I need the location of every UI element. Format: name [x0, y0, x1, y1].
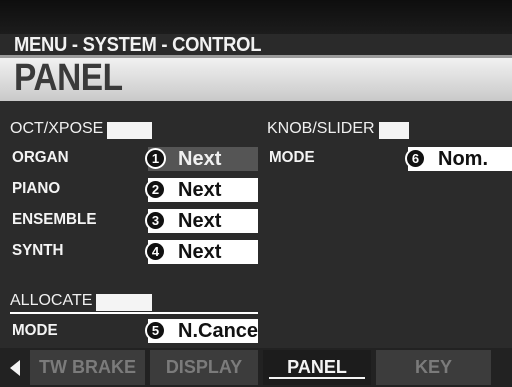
knob-slider-section-label: KNOB/SLIDER: [267, 119, 379, 139]
piano-label: PIANO: [12, 180, 61, 197]
title-band: PANEL: [0, 55, 512, 101]
left-arrow-icon[interactable]: [10, 360, 20, 376]
badge-3-icon: 3: [145, 210, 166, 231]
piano-value-text: Next: [178, 179, 222, 201]
page-title: PANEL: [14, 57, 123, 99]
badge-1-icon: 1: [145, 148, 166, 169]
ensemble-value-text: Next: [178, 210, 222, 232]
allocate-mode-value-text: N.Cancel: [178, 320, 258, 342]
allocate-divider: [10, 312, 258, 314]
tab-bar: TW BRAKE DISPLAY PANEL KEY: [0, 348, 512, 387]
synth-value-text: Next: [178, 241, 222, 263]
tab-tw-brake-label: TW BRAKE: [39, 357, 136, 377]
knob-mode-value-text: Nom.: [438, 148, 488, 170]
ensemble-label: ENSEMBLE: [12, 211, 97, 228]
allocate-mode-label: MODE: [12, 322, 58, 339]
organ-value-text: Next: [178, 148, 222, 170]
tab-key[interactable]: KEY: [376, 350, 491, 385]
tab-panel[interactable]: PANEL: [263, 350, 371, 385]
settings-body: OCT/XPOSE ORGAN Next 1 PIANO Next 2 ENSE…: [0, 101, 512, 348]
badge-5-icon: 5: [145, 320, 166, 341]
breadcrumb: MENU - SYSTEM - CONTROL: [14, 34, 262, 56]
badge-4-icon: 4: [145, 241, 166, 262]
tab-key-label: KEY: [414, 357, 452, 377]
top-strip: [0, 0, 512, 34]
synth-label: SYNTH: [12, 242, 64, 259]
oct-xpose-section-label: OCT/XPOSE: [10, 119, 108, 139]
badge-6-icon: 6: [405, 148, 426, 169]
organ-label: ORGAN: [12, 149, 69, 166]
panel-screen: MENU - SYSTEM - CONTROL PANEL OCT/XPOSE …: [0, 0, 512, 387]
tab-tw-brake[interactable]: TW BRAKE: [30, 350, 145, 385]
tab-display[interactable]: DISPLAY: [150, 350, 258, 385]
tab-panel-label: PANEL: [287, 357, 347, 377]
badge-2-icon: 2: [145, 179, 166, 200]
allocate-section-label: ALLOCATE: [10, 291, 97, 311]
knob-mode-label: MODE: [269, 149, 315, 166]
tab-display-label: DISPLAY: [165, 357, 243, 377]
